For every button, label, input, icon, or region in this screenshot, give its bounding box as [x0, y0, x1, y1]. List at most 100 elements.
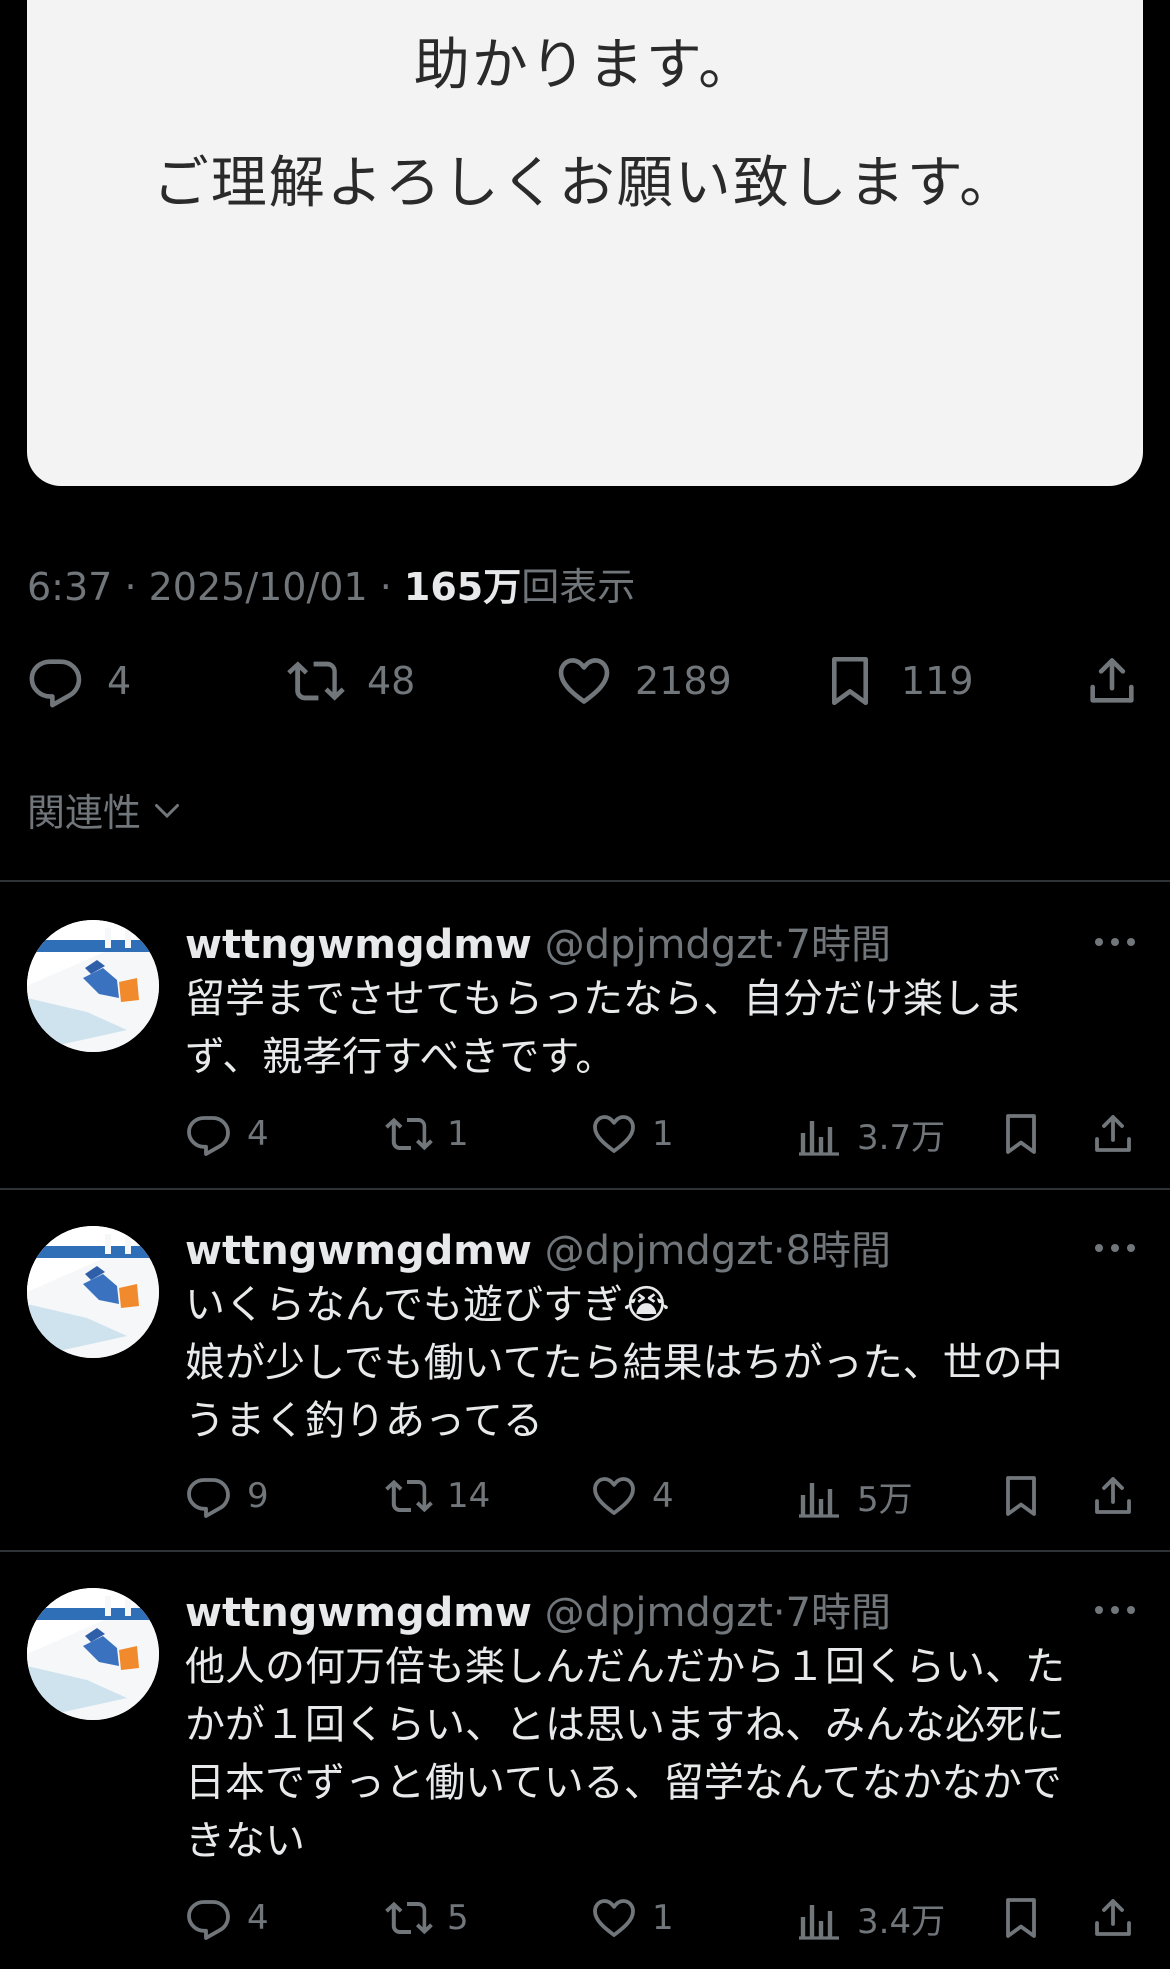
reply-header: wttngwmgdmw @dpjmdgzt·7時間	[185, 1580, 891, 1638]
views-icon	[795, 1111, 843, 1159]
bookmark-icon	[821, 652, 879, 710]
more-icon	[1095, 938, 1135, 946]
repost-button[interactable]: 1	[385, 1110, 469, 1158]
reply-count: 9	[247, 1476, 269, 1516]
post-meta: 6:37 · 2025/10/01 · 165万回表示	[27, 556, 635, 611]
heart-icon	[590, 1472, 638, 1520]
like-button[interactable]: 4	[590, 1472, 674, 1520]
display-name[interactable]: wttngwmgdmw	[185, 1228, 532, 1274]
post-date: 2025/10/01	[148, 565, 368, 609]
repost-count: 48	[367, 659, 416, 703]
repost-icon	[385, 1110, 433, 1158]
reply-action-bar: 4 1 1 3.7万	[185, 1110, 1145, 1166]
views-button[interactable]: 3.7万	[795, 1110, 945, 1159]
chevron-down-icon	[155, 803, 180, 818]
views-button[interactable]: 3.4万	[795, 1894, 945, 1943]
reply-sort-dropdown[interactable]: 関連性	[27, 782, 185, 837]
post-time: 6:37	[27, 565, 113, 609]
user-handle[interactable]: @dpjmdgzt	[545, 922, 773, 968]
reply-text-line: ず、親孝行すべきです。	[185, 1034, 616, 1080]
repost-button[interactable]: 5	[385, 1894, 469, 1942]
share-button[interactable]	[1089, 1110, 1137, 1158]
reply-text-line: 日本でずっと働いている、留学なんてなかなかで	[185, 1760, 1062, 1806]
reply-time: 7時間	[785, 1590, 892, 1636]
more-icon	[1095, 1244, 1135, 1252]
reply-item[interactable]: wttngwmgdmw @dpjmdgzt·7時間 留学までさせてもらったなら、…	[0, 882, 1170, 1188]
heart-icon	[590, 1110, 638, 1158]
share-button[interactable]	[1089, 1472, 1137, 1520]
share-icon	[1089, 1472, 1137, 1520]
reply-button[interactable]: 4	[185, 1110, 269, 1158]
image-text-line: ご理解よろしくお願い致します。	[152, 151, 1018, 216]
user-handle[interactable]: @dpjmdgzt	[545, 1228, 773, 1274]
views-button[interactable]: 5万	[795, 1472, 913, 1521]
bookmark-icon	[997, 1894, 1045, 1942]
repost-count: 5	[447, 1898, 469, 1938]
reply-item[interactable]: wttngwmgdmw @dpjmdgzt·8時間 いくらなんでも遊びすぎ😭 娘…	[0, 1188, 1170, 1550]
repost-icon	[385, 1894, 433, 1942]
separator: ·	[379, 565, 404, 609]
reply-action-bar: 9 14 4 5万	[185, 1472, 1145, 1528]
share-icon	[1083, 652, 1141, 710]
repost-count: 14	[447, 1476, 491, 1516]
reply-count: 4	[107, 659, 132, 703]
share-icon	[1089, 1110, 1137, 1158]
more-button[interactable]	[1092, 1602, 1138, 1621]
sort-label: 関連性	[27, 791, 142, 835]
reply-count: 4	[247, 1898, 269, 1938]
reply-button[interactable]: 4	[27, 652, 131, 710]
separator: ·	[772, 922, 786, 968]
attached-image[interactable]: 助かります。 ご理解よろしくお願い致します。	[27, 0, 1143, 486]
like-button[interactable]: 1	[590, 1894, 674, 1942]
bookmark-button[interactable]	[997, 1472, 1045, 1520]
display-name[interactable]: wttngwmgdmw	[185, 1590, 532, 1636]
avatar[interactable]	[27, 1588, 159, 1720]
repost-button[interactable]: 48	[287, 652, 415, 710]
reply-item[interactable]: wttngwmgdmw @dpjmdgzt·7時間 他人の何万倍も楽しんだんだか…	[0, 1550, 1170, 1969]
share-icon	[1089, 1894, 1137, 1942]
like-button[interactable]: 2189	[555, 652, 732, 710]
bookmark-icon	[997, 1472, 1045, 1520]
reply-button[interactable]: 9	[185, 1472, 269, 1520]
separator: ·	[124, 565, 149, 609]
view-count: 165万	[403, 565, 522, 609]
bookmark-button[interactable]	[997, 1110, 1045, 1158]
repost-button[interactable]: 14	[385, 1472, 490, 1520]
repost-count: 1	[447, 1114, 469, 1154]
avatar[interactable]	[27, 1226, 159, 1358]
more-icon	[1095, 1606, 1135, 1614]
share-button[interactable]	[1083, 652, 1141, 710]
reply-icon	[185, 1110, 233, 1158]
post-action-bar: 4 48 2189 119	[27, 652, 1143, 722]
reply-icon	[185, 1472, 233, 1520]
heart-icon	[590, 1894, 638, 1942]
reply-text-line: 娘が少しでも働いてたら結果はちがった、世の中	[185, 1340, 1063, 1386]
reply-text-line: かが１回くらい、とは思いますね、みんな必死に	[185, 1702, 1065, 1748]
like-button[interactable]: 1	[590, 1110, 674, 1158]
more-button[interactable]	[1092, 934, 1138, 953]
avatar[interactable]	[27, 920, 159, 1052]
view-count: 3.7万	[857, 1118, 946, 1158]
bookmark-icon	[997, 1110, 1045, 1158]
separator: ·	[772, 1590, 786, 1636]
reply-icon	[27, 652, 85, 710]
bookmark-button[interactable]	[997, 1894, 1045, 1942]
reply-text-line: 留学までさせてもらったなら、自分だけ楽しま	[185, 976, 1023, 1022]
more-button[interactable]	[1092, 1240, 1138, 1259]
reply-header: wttngwmgdmw @dpjmdgzt·7時間	[185, 912, 891, 970]
heart-icon	[555, 652, 613, 710]
view-count: 5万	[857, 1480, 913, 1520]
repost-icon	[385, 1472, 433, 1520]
display-name[interactable]: wttngwmgdmw	[185, 922, 532, 968]
reply-icon	[185, 1894, 233, 1942]
like-count: 1	[652, 1114, 674, 1154]
reply-header: wttngwmgdmw @dpjmdgzt·8時間	[185, 1218, 891, 1276]
bookmark-button[interactable]: 119	[821, 652, 974, 710]
reply-text: 留学までさせてもらったなら、自分だけ楽しま ず、親孝行すべきです。	[185, 970, 1125, 1086]
user-handle[interactable]: @dpjmdgzt	[545, 1590, 773, 1636]
reply-button[interactable]: 4	[185, 1894, 269, 1942]
reply-text-line: うまく釣りあってる	[185, 1398, 543, 1444]
image-text-line: 助かります。	[413, 33, 757, 98]
reply-text-line: 他人の何万倍も楽しんだんだから１回くらい、た	[185, 1644, 1065, 1690]
share-button[interactable]	[1089, 1894, 1137, 1942]
